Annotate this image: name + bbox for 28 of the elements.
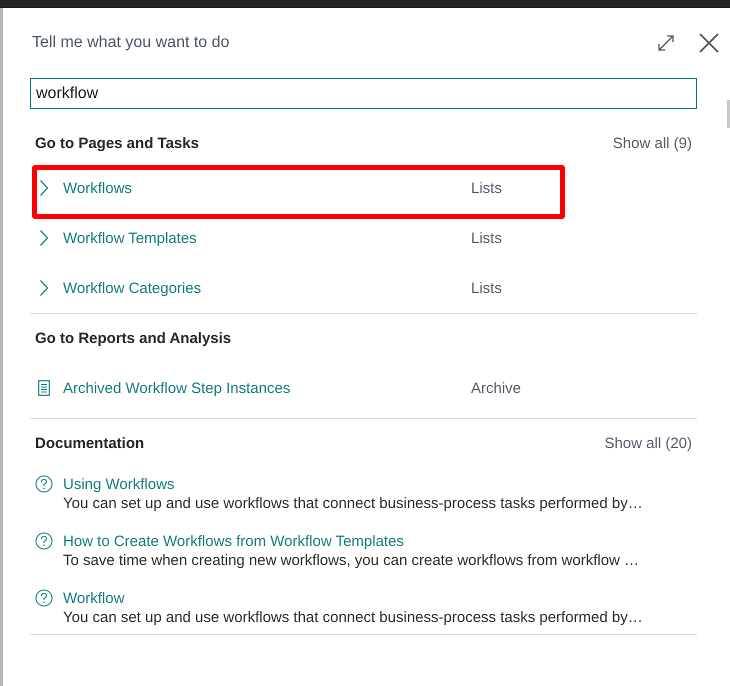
section-heading: Go to Reports and Analysis <box>35 330 232 346</box>
help-link[interactable]: How to Create Workflows from Workflow Templates <box>63 532 404 550</box>
category-label: Lists <box>471 180 502 196</box>
result-link[interactable]: Workflow Categories <box>63 280 471 296</box>
help-description: To save time when creating new workflows, you can create workflows from workflow … <box>62 552 640 569</box>
help-link[interactable]: Workflow <box>63 590 124 606</box>
help-icon <box>35 475 53 493</box>
result-link[interactable]: Workflows <box>63 180 471 196</box>
category-label: Lists <box>471 280 502 296</box>
scrollbar-thumb[interactable] <box>727 100 730 128</box>
result-link[interactable]: Archived Workflow Step Instances <box>63 380 471 396</box>
section-heading: Go to Pages and Tasks <box>35 134 199 152</box>
show-all-link[interactable]: Show all (9) <box>612 134 692 152</box>
expand-icon[interactable] <box>656 33 676 53</box>
help-icon <box>35 532 53 550</box>
help-description: You can set up and use workflows that connect business-process tasks performed by… <box>62 609 644 626</box>
section-heading: Documentation <box>35 434 144 452</box>
category-label: Archive <box>471 380 522 396</box>
search-field[interactable]: workflow <box>30 78 697 109</box>
help-icon <box>35 589 53 607</box>
help-description: You can set up and use workflows that connect business-process tasks performed by… <box>62 495 644 512</box>
result-link[interactable]: Workflow Templates <box>63 230 471 246</box>
dialog-title: Tell me what you want to do <box>32 34 230 52</box>
document-icon <box>35 380 53 396</box>
show-all-link[interactable]: Show all (20) <box>604 434 692 452</box>
category-label: Lists <box>471 230 502 246</box>
help-link[interactable]: Using Workflows <box>63 476 174 492</box>
close-icon[interactable] <box>698 32 720 54</box>
